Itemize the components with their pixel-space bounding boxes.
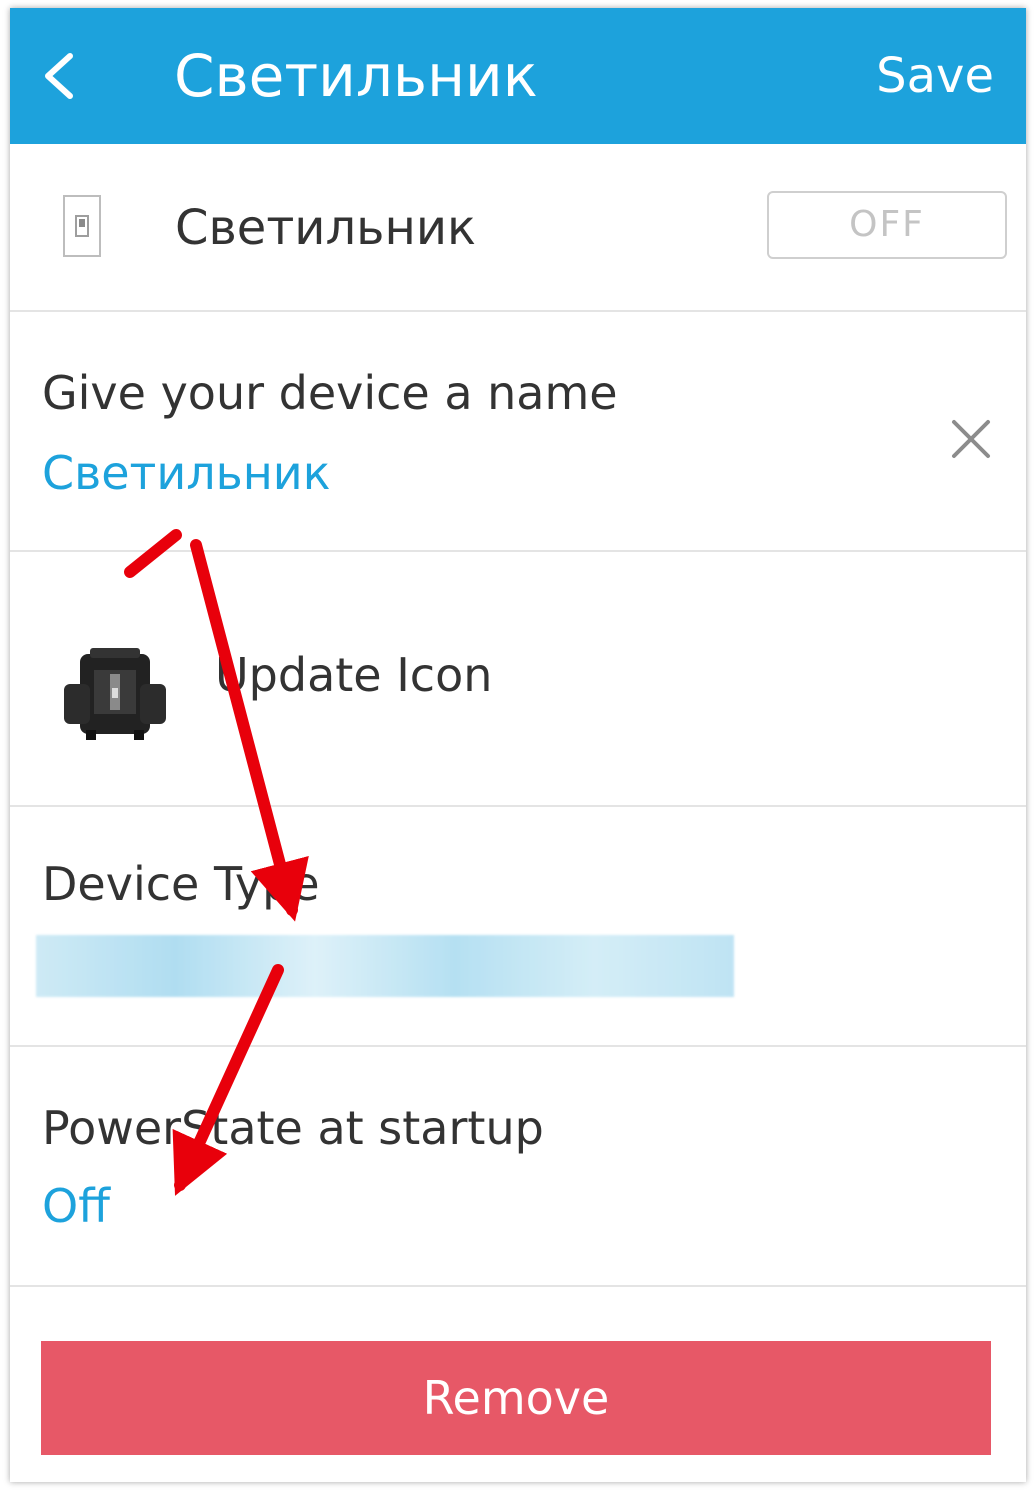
update-icon-label: Update Icon <box>215 648 493 702</box>
device-name-label: Give your device a name <box>42 366 618 420</box>
device-image-icon <box>64 648 166 740</box>
page-title: Светильник <box>174 42 538 110</box>
device-summary-row: Светильник OFF <box>10 144 1026 312</box>
chevron-left-icon <box>45 53 73 99</box>
update-icon-row[interactable]: Update Icon <box>10 552 1026 807</box>
device-name-input[interactable] <box>42 446 862 500</box>
device-type-row: Device Type xxxxxx xxxxx xxxxxxxxxxxxxxx… <box>10 807 1026 1047</box>
close-icon <box>952 420 990 458</box>
power-state-row[interactable]: PowerState at startup Off <box>10 1047 1026 1287</box>
clear-name-button[interactable] <box>946 414 996 464</box>
device-name-text: Светильник <box>175 200 477 256</box>
remove-button[interactable]: Remove <box>41 1341 991 1455</box>
device-type-value-blurred: xxxxxx xxxxx xxxxxxxxxxxxxxxxx <box>36 935 735 997</box>
power-state-value: Off <box>42 1179 110 1233</box>
back-button[interactable] <box>30 36 100 116</box>
power-state-label: PowerState at startup <box>42 1101 544 1155</box>
device-type-label: Device Type <box>42 857 320 911</box>
save-button[interactable]: Save <box>876 44 994 108</box>
app-screen: Светильник Save Светильник OFF Give your… <box>10 8 1026 1482</box>
device-name-row: Give your device a name <box>10 312 1026 552</box>
light-switch-icon <box>63 195 101 257</box>
power-toggle[interactable]: OFF <box>767 191 1007 259</box>
app-bar: Светильник Save <box>10 8 1026 144</box>
